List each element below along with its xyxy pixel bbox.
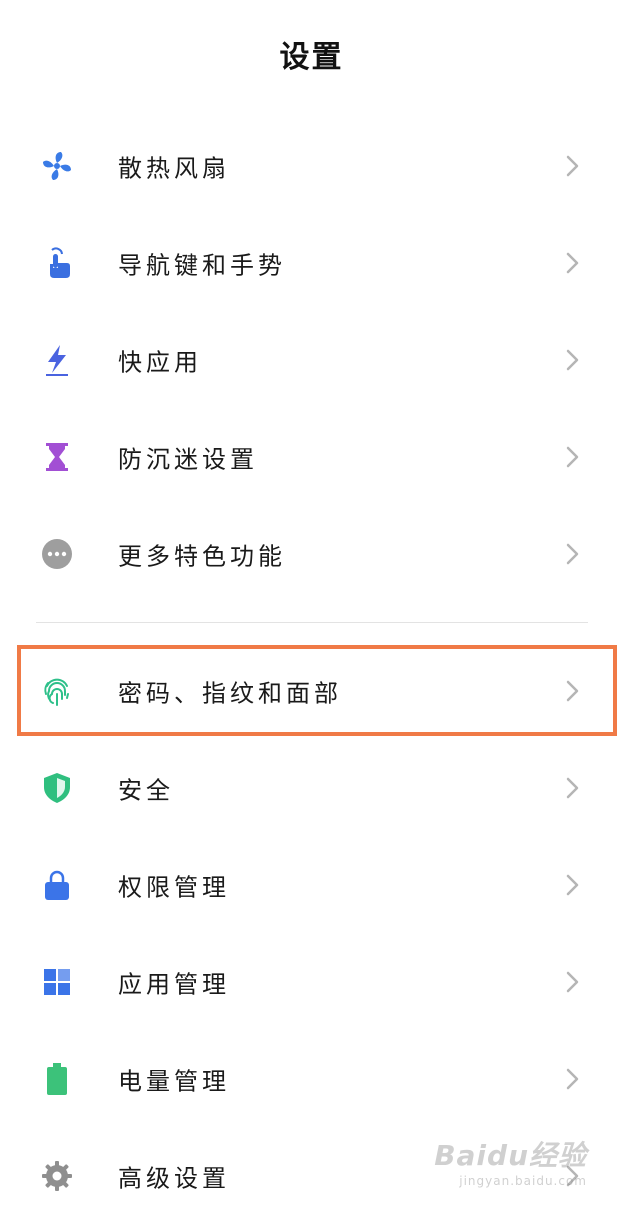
settings-item-label: 高级设置 — [118, 1164, 230, 1192]
settings-item-password-fingerprint-face[interactable]: 密码、指纹和面部 — [0, 642, 623, 739]
settings-item-label: 更多特色功能 — [118, 542, 286, 570]
chevron-right-icon — [565, 873, 581, 897]
chevron-right-icon — [565, 251, 581, 275]
settings-item-label: 安全 — [118, 776, 174, 804]
settings-item-advanced-settings[interactable]: 高级设置 — [0, 1127, 623, 1210]
chevron-right-icon — [565, 154, 581, 178]
settings-item-label: 应用管理 — [118, 970, 230, 998]
tap-gesture-icon — [40, 246, 74, 280]
shield-icon — [40, 771, 74, 805]
chevron-right-icon — [565, 970, 581, 994]
settings-item-label: 权限管理 — [118, 873, 230, 901]
settings-item-label: 快应用 — [118, 348, 202, 376]
settings-item-app-management[interactable]: 应用管理 — [0, 933, 623, 1030]
lightning-icon — [40, 343, 74, 377]
more-dots-icon — [40, 537, 74, 571]
settings-item-security[interactable]: 安全 — [0, 739, 623, 836]
fan-icon — [40, 149, 74, 183]
fingerprint-icon — [40, 674, 74, 708]
battery-icon — [40, 1062, 74, 1096]
settings-item-more-features[interactable]: 更多特色功能 — [0, 505, 623, 602]
gear-icon — [40, 1159, 74, 1193]
lock-icon — [40, 868, 74, 902]
settings-item-label: 密码、指纹和面部 — [118, 679, 342, 707]
section-divider — [36, 622, 588, 623]
chevron-right-icon — [565, 348, 581, 372]
settings-screen: 设置 散热风扇 导航键和手势 快应用 防沉迷设置 更多特色功能 密码、指纹和面部… — [0, 0, 623, 1210]
app-grid-icon — [40, 965, 74, 999]
settings-item-label: 散热风扇 — [118, 154, 230, 182]
chevron-right-icon — [565, 445, 581, 469]
settings-item-battery-management[interactable]: 电量管理 — [0, 1030, 623, 1127]
chevron-right-icon — [565, 542, 581, 566]
settings-item-label: 电量管理 — [118, 1067, 230, 1095]
chevron-right-icon — [565, 776, 581, 800]
settings-item-anti-addiction[interactable]: 防沉迷设置 — [0, 408, 623, 505]
hourglass-icon — [40, 440, 74, 474]
settings-item-quick-apps[interactable]: 快应用 — [0, 311, 623, 408]
chevron-right-icon — [565, 679, 581, 703]
settings-item-label: 导航键和手势 — [118, 251, 286, 279]
page-title: 设置 — [279, 40, 344, 75]
settings-item-navigation-gestures[interactable]: 导航键和手势 — [0, 214, 623, 311]
settings-item-cooling-fan[interactable]: 散热风扇 — [0, 117, 623, 214]
chevron-right-icon — [565, 1067, 581, 1091]
settings-item-label: 防沉迷设置 — [118, 445, 258, 473]
settings-item-permissions[interactable]: 权限管理 — [0, 836, 623, 933]
chevron-right-icon — [565, 1164, 581, 1188]
